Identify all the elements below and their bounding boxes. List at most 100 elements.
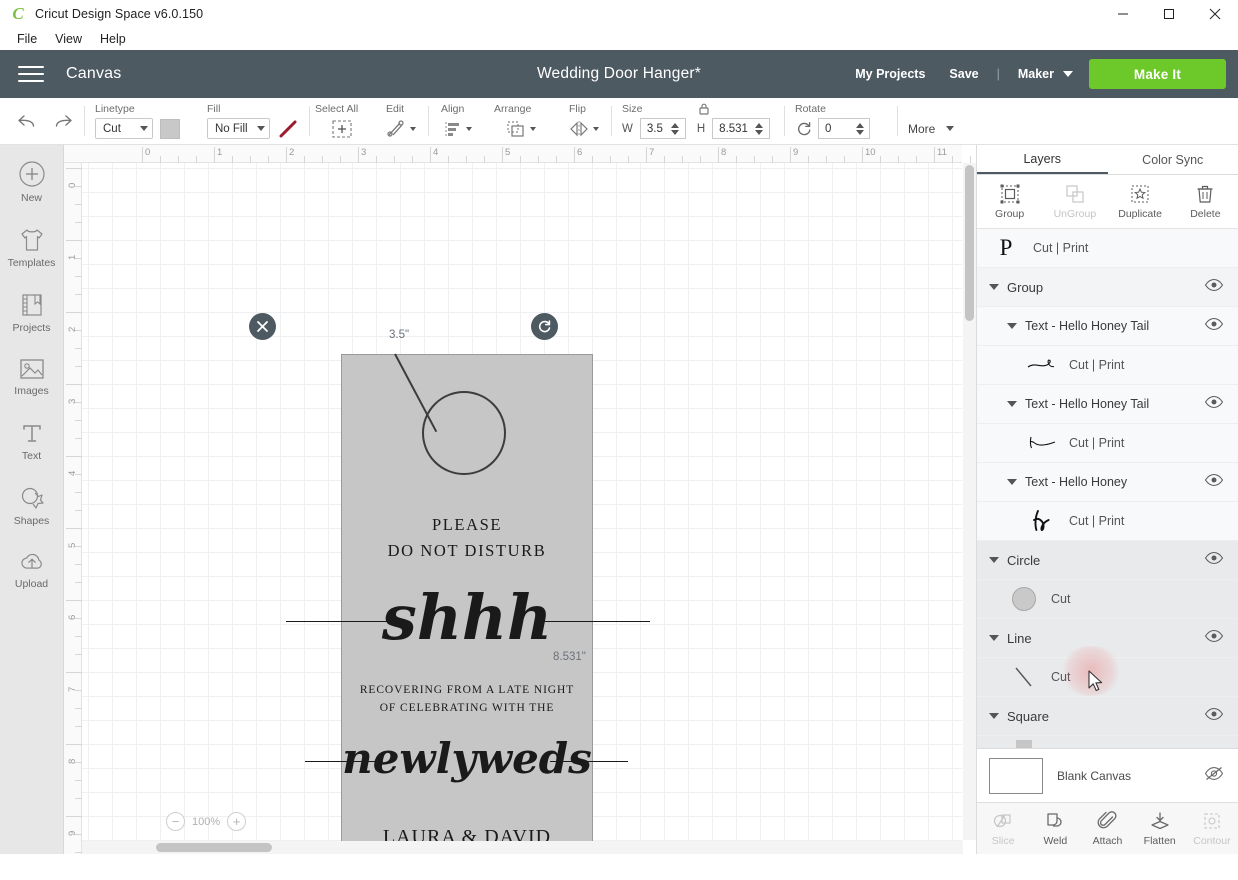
zoom-out-icon[interactable]: − [166,812,185,831]
chevron-down-icon[interactable] [1007,323,1017,329]
layer-row[interactable]: P Cut | Print [977,229,1238,268]
edit-scissors-icon[interactable] [385,118,416,140]
zoom-in-icon[interactable]: + [227,812,247,831]
chevron-down-icon[interactable] [1007,401,1017,407]
eye-visibility-icon[interactable] [1204,317,1224,336]
select-all-icon[interactable] [330,118,354,140]
maximize-icon[interactable] [1146,0,1192,28]
sidebar-item-label: Shapes [13,515,50,527]
sidebar-item-images[interactable]: Images [0,356,63,397]
layer-row[interactable]: Cut [977,580,1238,619]
weld-button[interactable]: Weld [1029,803,1081,854]
group-button[interactable]: Group [977,175,1042,228]
eye-visibility-icon[interactable] [1204,278,1224,297]
layer-row[interactable]: Cut | Print [977,502,1238,541]
layer-group-row[interactable]: Line [977,619,1238,658]
chevron-down-icon[interactable] [989,635,999,641]
eye-visibility-icon[interactable] [1204,629,1224,648]
sidebar-item-templates[interactable]: Templates [0,226,63,269]
blank-canvas-row[interactable]: Blank Canvas [977,748,1238,802]
ruler-submark [394,156,395,163]
ruler-submark [700,156,701,163]
contour-button[interactable]: Contour [1186,803,1238,854]
layer-group-row[interactable]: Square [977,697,1238,736]
layer-group-row[interactable]: Text - Hello Honey [977,463,1238,502]
linetype-color-swatch[interactable] [160,118,180,139]
chevron-down-icon[interactable] [989,284,999,290]
arrange-icon[interactable] [505,119,536,139]
flatten-button[interactable]: Flatten [1134,803,1186,854]
layer-group-row[interactable]: Circle [977,541,1238,580]
eye-visibility-icon[interactable] [1204,473,1224,492]
layer-group-row[interactable]: Text - Hello Honey Tail [977,385,1238,424]
layer-group-row[interactable]: Text - Hello Honey Tail [977,307,1238,346]
height-stepper[interactable] [755,122,764,135]
scrollbar-thumb[interactable] [965,165,974,321]
sidebar-item-projects[interactable]: Projects [0,291,63,334]
sidebar-item-text[interactable]: Text [0,419,63,462]
layer-row[interactable]: Cut | Print [977,424,1238,463]
undo-icon[interactable] [16,112,38,132]
scrollbar-thumb[interactable] [156,843,272,852]
ruler-mark [574,147,575,163]
eye-off-icon[interactable] [1204,766,1224,786]
save-button[interactable]: Save [937,67,990,81]
layers-list[interactable]: P Cut | Print Group Text - Hello Honey Tail… [977,229,1238,748]
chevron-down-icon[interactable] [989,713,999,719]
align-icon[interactable] [443,119,472,139]
pen-icon[interactable] [277,118,299,140]
redo-icon[interactable] [52,112,74,132]
layer-thumbnail [1007,740,1041,748]
ruler-mark [66,168,82,169]
make-it-button[interactable]: Make It [1089,59,1226,89]
design-canvas[interactable]: PLEASE DO NOT DISTURB shhh RECOVERING FR… [64,145,976,854]
slice-button[interactable]: Slice [977,803,1029,854]
width-input[interactable]: 3.5 [639,118,686,139]
delete-selection-handle[interactable] [249,313,276,340]
canvas-vertical-scrollbar[interactable] [963,163,976,840]
width-stepper[interactable] [670,122,679,135]
attach-button[interactable]: Attach [1081,803,1133,854]
sidebar-item-upload[interactable]: Upload [0,549,63,590]
tab-layers[interactable]: Layers [977,145,1108,174]
menu-view[interactable]: View [46,28,91,50]
tab-color-sync[interactable]: Color Sync [1108,145,1238,174]
linetype-select[interactable]: Cut [95,118,153,139]
close-icon[interactable] [1192,0,1238,28]
door-hanger-artboard[interactable]: PLEASE DO NOT DISTURB shhh RECOVERING FR… [286,353,650,854]
chevron-down-icon[interactable] [1007,479,1017,485]
eye-visibility-icon[interactable] [1204,551,1224,570]
layer-name: Text - Hello Honey Tail [1025,397,1150,411]
ruler-submark [75,708,82,709]
eye-visibility-icon[interactable] [1204,707,1224,726]
minimize-icon[interactable] [1100,0,1146,28]
flip-icon[interactable] [568,119,599,139]
fill-group: Fill No Fill [197,98,309,145]
layer-group-row[interactable]: Group [977,268,1238,307]
canvas-horizontal-scrollbar[interactable] [82,841,963,854]
ruler-submark [178,156,179,163]
fill-select[interactable]: No Fill [207,118,270,139]
eye-visibility-icon[interactable] [1204,395,1224,414]
align-group: Align [429,98,485,145]
layer-row[interactable]: Cut [977,736,1238,748]
menu-file[interactable]: File [8,28,46,50]
hamburger-icon[interactable] [18,66,44,82]
menu-help[interactable]: Help [91,28,135,50]
sidebar-item-shapes[interactable]: Shapes [0,484,63,527]
delete-button[interactable]: Delete [1173,175,1238,228]
my-projects-button[interactable]: My Projects [843,67,937,81]
chevron-down-icon [465,126,472,131]
layer-operation: Cut | Print [1069,436,1125,450]
chevron-down-icon[interactable] [989,557,999,563]
ungroup-button[interactable]: UnGroup [1042,175,1107,228]
lock-icon[interactable] [696,101,712,122]
layer-row[interactable]: Cut | Print [977,346,1238,385]
sidebar-item-new[interactable]: New [0,159,63,204]
rotate-stepper[interactable] [856,122,864,135]
rotate-selection-handle[interactable] [531,313,558,340]
more-button[interactable]: More [908,122,955,136]
machine-selector[interactable]: Maker [1006,67,1083,81]
layer-row[interactable]: Cut [977,658,1238,697]
duplicate-button[interactable]: Duplicate [1108,175,1173,228]
